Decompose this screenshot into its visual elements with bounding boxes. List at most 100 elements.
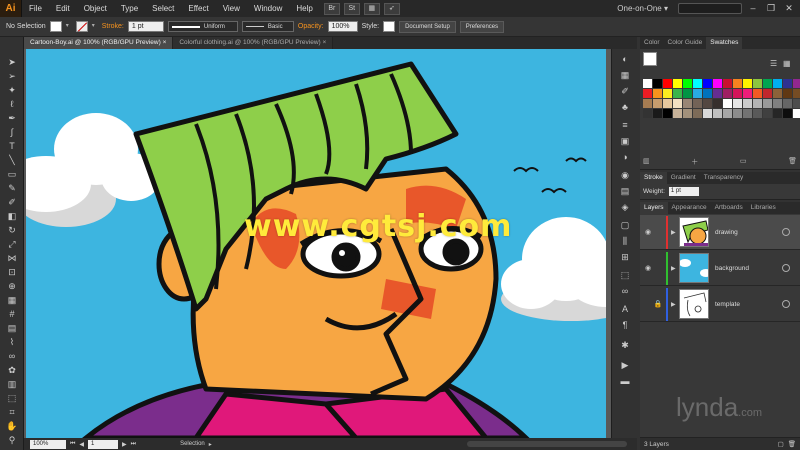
free-transform-tool-icon[interactable]: ⊡ (6, 267, 18, 278)
color-swatch[interactable] (733, 99, 742, 108)
swatch-grid-view-icon[interactable]: ▦ (783, 59, 791, 68)
color-swatch[interactable] (693, 109, 702, 118)
minimize-icon[interactable]: – (746, 3, 760, 14)
color-swatch[interactable] (683, 109, 692, 118)
variable-width-profile[interactable]: Uniform (167, 21, 238, 32)
brush-definition[interactable]: Basic (241, 21, 294, 32)
color-swatch[interactable] (693, 89, 702, 98)
eyedropper-tool-icon[interactable]: ⌇ (6, 337, 18, 348)
search-input[interactable] (678, 3, 742, 14)
color-swatch[interactable] (763, 109, 772, 118)
bridge-button[interactable]: Br (323, 2, 340, 15)
transparency-panel-icon[interactable]: ◑ (619, 151, 631, 163)
direct-selection-tool-icon[interactable]: ➢ (6, 71, 18, 82)
color-swatch[interactable] (723, 79, 732, 88)
color-swatch[interactable] (683, 89, 692, 98)
arrange-documents-button[interactable]: ▦ (363, 2, 380, 15)
artboard-tool-icon[interactable]: ⬚ (6, 393, 18, 404)
graphic-styles-panel-icon[interactable]: ▤ (619, 185, 631, 197)
color-swatch[interactable] (643, 99, 652, 108)
horizontal-scrollbar[interactable] (467, 441, 627, 447)
tab-close-icon[interactable]: × (163, 39, 167, 46)
expand-triangle-icon[interactable]: ▶ (671, 229, 679, 236)
graph-tool-icon[interactable]: ▥ (6, 379, 18, 390)
visibility-eye-icon[interactable]: ◉ (643, 228, 653, 236)
menu-select[interactable]: Select (145, 0, 181, 17)
color-swatch[interactable] (673, 89, 682, 98)
menu-view[interactable]: View (216, 0, 247, 17)
color-swatch[interactable] (703, 79, 712, 88)
menu-edit[interactable]: Edit (49, 0, 77, 17)
color-swatch[interactable] (643, 79, 652, 88)
asset-export-panel-icon[interactable]: ✱ (619, 339, 631, 351)
layer-name[interactable]: template (715, 301, 782, 308)
weight-field[interactable]: 1 pt (668, 187, 699, 196)
transform-panel-icon[interactable]: ⬚ (619, 269, 631, 281)
color-swatch[interactable] (793, 109, 800, 118)
color-swatch[interactable] (703, 99, 712, 108)
menu-window[interactable]: Window (247, 0, 289, 17)
color-swatch[interactable] (673, 109, 682, 118)
tab-close-icon[interactable]: × (323, 39, 327, 46)
tab-cartoon-boy[interactable]: Cartoon-Boy.ai @ 100% (RGB/GPU Preview) … (24, 37, 174, 49)
shaper-tool-icon[interactable]: ✐ (6, 197, 18, 208)
status-menu-icon[interactable]: ▸ (209, 441, 212, 448)
stock-button[interactable]: St (343, 2, 360, 15)
color-swatch[interactable] (653, 99, 662, 108)
menu-file[interactable]: File (22, 0, 49, 17)
color-swatch[interactable] (753, 99, 762, 108)
color-swatch[interactable] (753, 89, 762, 98)
tab-stroke[interactable]: Stroke (640, 172, 667, 184)
first-artboard-icon[interactable]: ⏮ (70, 441, 75, 448)
document-setup-button[interactable]: Document Setup (399, 20, 456, 33)
color-swatch[interactable] (733, 109, 742, 118)
color-swatch[interactable] (783, 89, 792, 98)
target-circle-icon[interactable] (782, 228, 790, 236)
layer-row-drawing[interactable]: ◉ ▶ drawing (640, 215, 800, 250)
lasso-tool-icon[interactable]: ℓ (6, 99, 18, 110)
color-swatch[interactable] (663, 79, 672, 88)
menu-help[interactable]: Help (289, 0, 319, 17)
color-swatch[interactable] (793, 89, 800, 98)
gpu-performance-button[interactable]: ➶ (383, 2, 400, 15)
add-swatch-icon[interactable]: ＋ (691, 157, 698, 167)
symbol-sprayer-tool-icon[interactable]: ✿ (6, 365, 18, 376)
eraser-tool-icon[interactable]: ◧ (6, 211, 18, 222)
color-swatch[interactable] (723, 109, 732, 118)
color-swatch[interactable] (743, 89, 752, 98)
tab-artboards[interactable]: Artboards (711, 202, 747, 214)
canvas-area[interactable]: www.cgtsj.com (24, 49, 637, 438)
chevron-down-icon[interactable]: ▾ (92, 21, 98, 32)
color-swatch[interactable] (653, 79, 662, 88)
layer-row-template[interactable]: 🔒 ▶ template (640, 287, 800, 322)
color-swatch[interactable] (793, 99, 800, 108)
library-panel-icon[interactable]: ▬ (619, 375, 631, 387)
symbols-panel-icon[interactable]: ♣ (619, 101, 631, 113)
color-swatch[interactable] (643, 109, 652, 118)
menu-object[interactable]: Object (77, 0, 114, 17)
tab-swatches[interactable]: Swatches (706, 37, 743, 49)
tab-libraries[interactable]: Libraries (747, 202, 780, 214)
color-swatch[interactable] (703, 89, 712, 98)
close-icon[interactable]: ✕ (782, 3, 796, 14)
swatch-list-view-icon[interactable]: ☰ (770, 59, 777, 68)
color-swatch[interactable] (783, 99, 792, 108)
pathfinder-panel-icon[interactable]: ⊞ (619, 251, 631, 263)
stroke-label[interactable]: Stroke: (102, 23, 124, 30)
lock-icon[interactable]: 🔒 (653, 300, 663, 308)
menu-type[interactable]: Type (114, 0, 145, 17)
menu-effect[interactable]: Effect (181, 0, 215, 17)
delete-layer-icon[interactable]: 🗑 (788, 440, 796, 448)
opacity-label[interactable]: Opacity: (298, 23, 324, 30)
expand-triangle-icon[interactable]: ▶ (671, 265, 679, 272)
color-swatch[interactable] (783, 109, 792, 118)
color-swatch[interactable] (663, 89, 672, 98)
align-panel-icon[interactable]: ⫼ (619, 235, 631, 247)
color-swatch[interactable] (713, 109, 722, 118)
gradient-tool-icon[interactable]: ▤ (6, 323, 18, 334)
swatches-panel-icon[interactable]: ▦ (619, 69, 631, 81)
tab-gradient[interactable]: Gradient (667, 172, 700, 184)
zoom-tool-icon[interactable]: ⚲ (6, 435, 18, 446)
color-panel-icon[interactable]: ◐ (619, 53, 631, 65)
color-swatch[interactable] (703, 109, 712, 118)
